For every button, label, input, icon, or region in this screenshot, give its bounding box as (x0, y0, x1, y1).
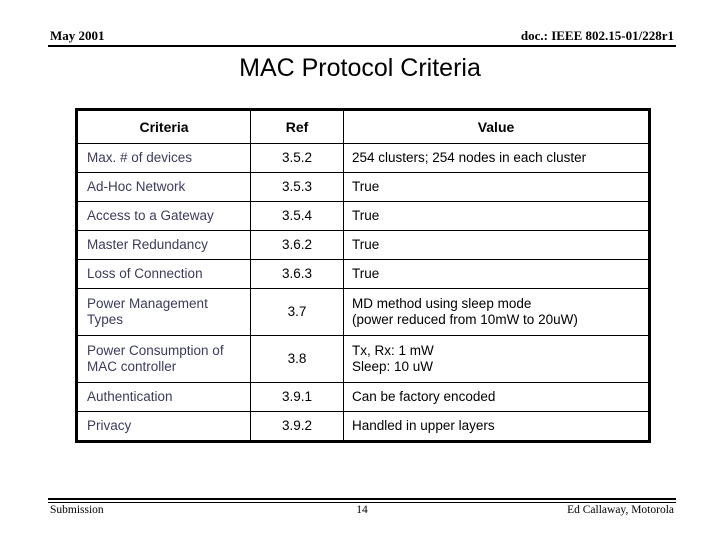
page-title: MAC Protocol Criteria (239, 54, 481, 82)
cell-criteria: Ad-Hoc Network (76, 172, 251, 202)
slide-header: May 2001 doc.: IEEE 802.15-01/228r1 (48, 28, 676, 50)
cell-ref: 3.5.3 (250, 172, 344, 202)
table-row: Power Management Types 3.7 MD method usi… (76, 288, 650, 336)
column-header-criteria: Criteria (76, 109, 251, 144)
cell-value-line-2: (power reduced from 10mW to 20uW) (352, 312, 578, 327)
cell-value-line-1: 254 clusters; 254 nodes in each cluster (352, 150, 587, 165)
table-row: Max. # of devices 3.5.2 254 clusters; 25… (76, 143, 650, 173)
slide-footer: Submission 14 Ed Callaway, Motorola (48, 498, 676, 520)
footer-author: Ed Callaway, Motorola (567, 504, 674, 516)
cell-value: True (343, 172, 650, 202)
cell-ref: 3.5.2 (250, 143, 344, 173)
table-row: Authentication 3.9.1 Can be factory enco… (76, 382, 650, 412)
cell-value: MD method using sleep mode (power reduce… (343, 288, 650, 336)
table-header-row: Criteria Ref Value (76, 109, 650, 144)
cell-ref: 3.6.2 (250, 230, 344, 260)
slide-header-row: May 2001 doc.: IEEE 802.15-01/228r1 (48, 28, 676, 43)
cell-value-line-1: True (352, 237, 380, 252)
header-rule (48, 45, 676, 47)
cell-value-line-1: Tx, Rx: 1 mW (352, 343, 434, 358)
footer-row: Submission 14 Ed Callaway, Motorola (48, 504, 676, 520)
cell-criteria: Access to a Gateway (76, 201, 251, 231)
cell-value: 254 clusters; 254 nodes in each cluster (343, 143, 650, 173)
cell-value: Tx, Rx: 1 mW Sleep: 10 uW (343, 335, 650, 383)
column-header-ref: Ref (250, 109, 344, 144)
table-row: Loss of Connection 3.6.3 True (76, 259, 650, 289)
cell-ref: 3.9.2 (250, 411, 344, 442)
cell-value: True (343, 230, 650, 260)
cell-ref: 3.5.4 (250, 201, 344, 231)
cell-ref: 3.7 (250, 288, 344, 336)
cell-criteria: Privacy (76, 411, 251, 442)
cell-criteria: Max. # of devices (76, 143, 251, 173)
cell-criteria: Power Consumption of MAC controller (76, 335, 251, 383)
cell-criteria: Loss of Connection (76, 259, 251, 289)
cell-value: True (343, 201, 650, 231)
table-row: Privacy 3.9.2 Handled in upper layers (76, 411, 650, 442)
table-body: Max. # of devices 3.5.2 254 clusters; 25… (76, 143, 650, 442)
cell-value-line-1: True (352, 208, 380, 223)
cell-ref: 3.6.3 (250, 259, 344, 289)
table-row: Power Consumption of MAC controller 3.8 … (76, 335, 650, 383)
cell-value: Handled in upper layers (343, 411, 650, 442)
cell-value-line-2: Sleep: 10 uW (352, 359, 434, 374)
column-header-value: Value (343, 109, 650, 144)
criteria-table-container: Criteria Ref Value Max. # of devices 3.5… (75, 108, 651, 443)
cell-value-line-1: Can be factory encoded (352, 389, 496, 404)
cell-value-line-1: MD method using sleep mode (352, 296, 532, 311)
table-header: Criteria Ref Value (76, 109, 650, 144)
cell-value: True (343, 259, 650, 289)
cell-value: Can be factory encoded (343, 382, 650, 412)
cell-value-line-1: True (352, 266, 380, 281)
cell-value-line-1: Handled in upper layers (352, 418, 495, 433)
cell-criteria: Power Management Types (76, 288, 251, 336)
cell-ref: 3.9.1 (250, 382, 344, 412)
slide-canvas: { "header": { "left": "May 2001", "right… (0, 0, 720, 540)
cell-criteria: Master Redundancy (76, 230, 251, 260)
table-row: Access to a Gateway 3.5.4 True (76, 201, 650, 231)
cell-ref: 3.8 (250, 335, 344, 383)
criteria-table: Criteria Ref Value Max. # of devices 3.5… (75, 108, 651, 443)
cell-value-line-1: True (352, 179, 380, 194)
table-row: Master Redundancy 3.6.2 True (76, 230, 650, 260)
header-doc-ref: doc.: IEEE 802.15-01/228r1 (520, 28, 674, 43)
cell-criteria: Authentication (76, 382, 251, 412)
table-row: Ad-Hoc Network 3.5.3 True (76, 172, 650, 202)
header-date: May 2001 (50, 28, 105, 43)
footer-rule-bottom (48, 502, 676, 503)
